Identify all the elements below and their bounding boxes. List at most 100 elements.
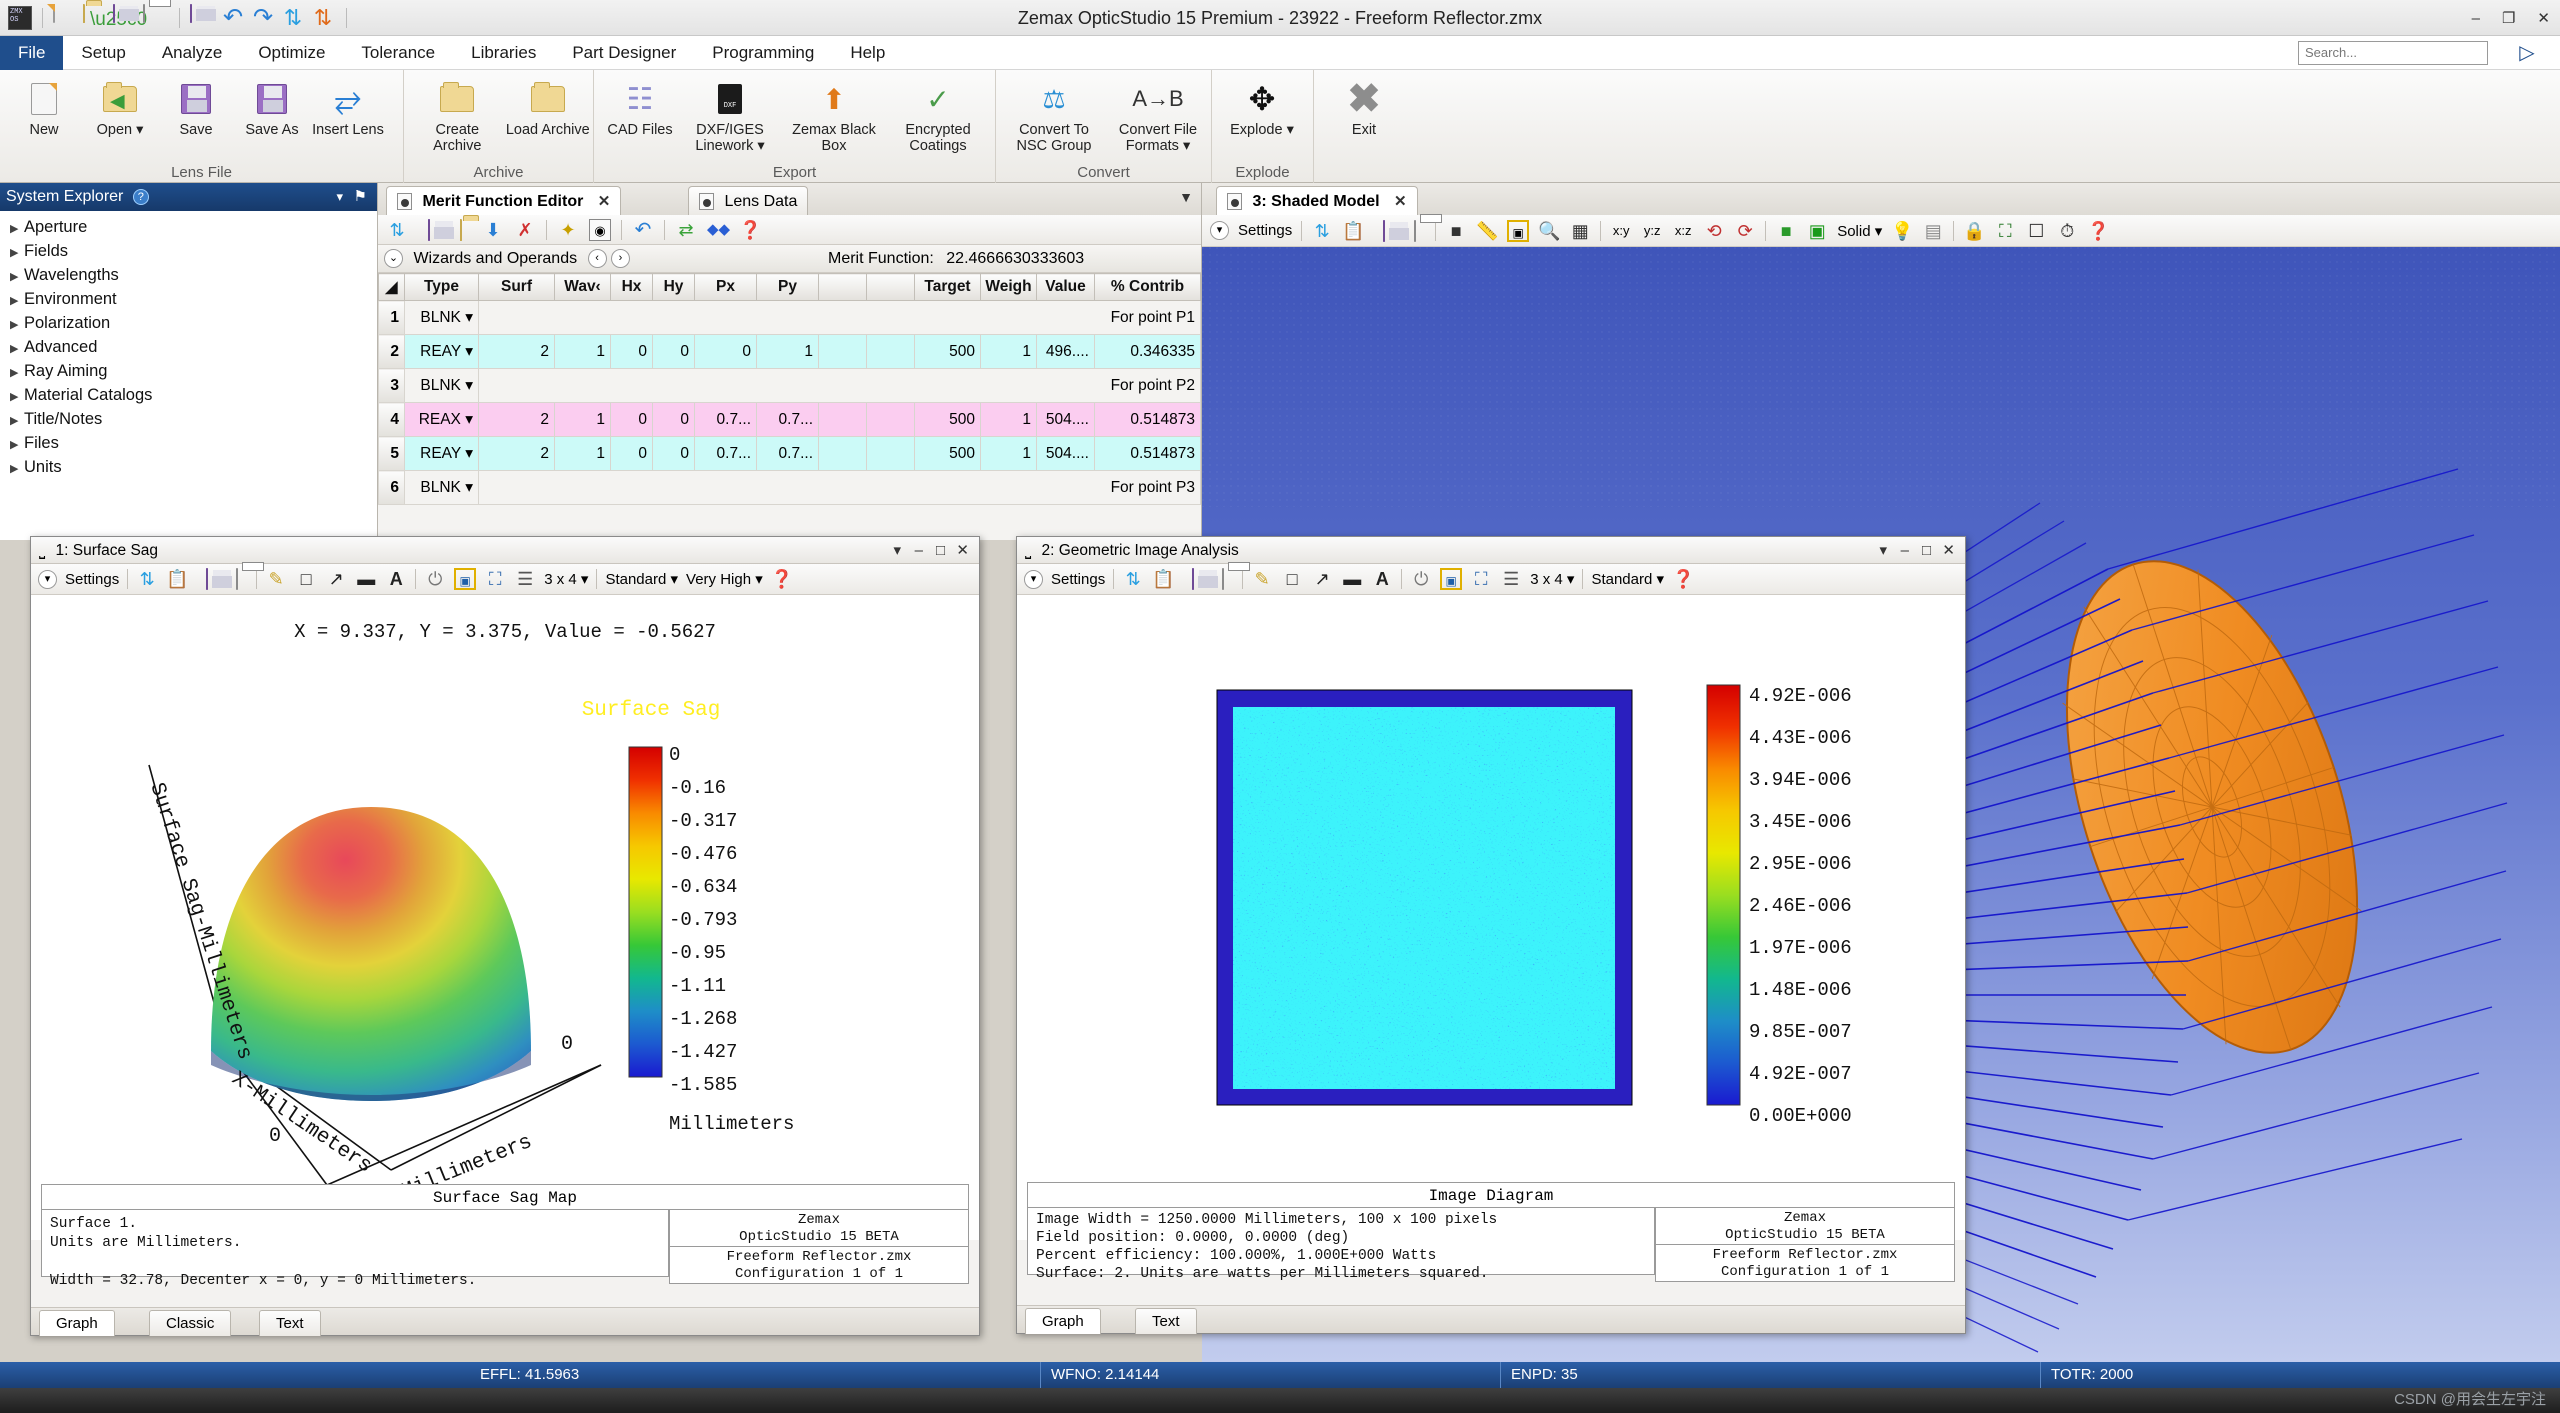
zoom-window-icon[interactable]: ▣ bbox=[1507, 219, 1530, 242]
menu-item-tolerance[interactable]: Tolerance bbox=[343, 36, 453, 70]
tab-text[interactable]: Text bbox=[1135, 1308, 1197, 1334]
ribbon-dxf-iges-button[interactable]: DXF DXF/IGES Linework ▾ bbox=[678, 76, 782, 154]
col-corner[interactable]: ◢ bbox=[378, 273, 405, 301]
close-icon[interactable]: ✕ bbox=[598, 193, 611, 210]
close-button[interactable]: ✕ bbox=[2537, 9, 2550, 27]
save-image-icon[interactable] bbox=[1373, 219, 1395, 242]
settings-expand-icon[interactable]: ▾ bbox=[38, 569, 57, 589]
detach-icon[interactable]: ⛶ bbox=[484, 568, 506, 590]
ribbon-encrypted-coatings-button[interactable]: ✓ Encrypted Coatings bbox=[886, 76, 990, 155]
prev-button[interactable]: ‹ bbox=[587, 249, 607, 269]
dropdown-icon[interactable]: ▾ bbox=[893, 537, 901, 564]
pin-icon[interactable]: ⚑ bbox=[354, 183, 367, 211]
ribbon-load-archive-button[interactable]: Load Archive bbox=[503, 76, 594, 138]
cell-target[interactable]: 500 bbox=[914, 436, 981, 471]
col-contrib[interactable]: % Contrib bbox=[1094, 273, 1201, 301]
tab-merit-function-editor[interactable]: Merit Function Editor ✕ bbox=[386, 186, 622, 215]
search-submit-icon[interactable]: ▷ bbox=[2514, 40, 2540, 66]
solid-model-icon[interactable]: ▣ bbox=[1806, 220, 1828, 242]
tab-graph[interactable]: Graph bbox=[39, 1310, 115, 1336]
xz-axis-icon[interactable]: x:z bbox=[1672, 220, 1694, 242]
menu-item-analyze[interactable]: Analyze bbox=[144, 36, 240, 70]
link-icon[interactable]: ◆◆ bbox=[707, 219, 730, 241]
cell-wave[interactable]: 1 bbox=[554, 402, 611, 437]
cell-hx[interactable]: 0 bbox=[610, 436, 653, 471]
expand-icon[interactable]: ⌄ bbox=[384, 249, 403, 269]
ribbon-explode-button[interactable]: ✥ Explode ▾ bbox=[1224, 76, 1300, 138]
cell-type[interactable]: BLNK ▾ bbox=[404, 368, 479, 403]
cell-weight[interactable]: 1 bbox=[980, 402, 1037, 437]
menu-item-optimize[interactable]: Optimize bbox=[240, 36, 343, 70]
cell-spare1[interactable] bbox=[818, 402, 867, 437]
cell-wave[interactable]: 1 bbox=[554, 436, 611, 471]
clock-icon[interactable]: ⏱ bbox=[2056, 220, 2078, 242]
copy-icon[interactable]: 📋 bbox=[166, 568, 188, 590]
cell-spare2[interactable] bbox=[866, 334, 915, 369]
col-wave[interactable]: Wav‹ bbox=[554, 273, 611, 301]
settings-label[interactable]: Settings bbox=[1051, 571, 1105, 588]
help-icon[interactable]: ❓ bbox=[771, 568, 793, 590]
lock-icon[interactable]: 🔒 bbox=[1963, 220, 1985, 242]
pencil-icon[interactable]: ✎ bbox=[1251, 568, 1273, 590]
help-icon[interactable]: ❓ bbox=[739, 219, 761, 241]
minimize-icon[interactable]: – bbox=[1901, 537, 1909, 564]
sidebar-item-advanced[interactable]: ▶ Advanced bbox=[0, 335, 377, 359]
col-type[interactable]: Type bbox=[404, 273, 479, 301]
next-button[interactable]: › bbox=[611, 249, 630, 269]
dropdown-icon[interactable]: ▾ bbox=[1879, 537, 1887, 564]
cell-weight[interactable]: 1 bbox=[980, 334, 1037, 369]
chevron-down-icon[interactable]: ▾ bbox=[465, 343, 473, 360]
col-target[interactable]: Target bbox=[914, 273, 981, 301]
undo-arrow-icon[interactable]: ↶ bbox=[632, 219, 654, 241]
cell-px[interactable]: 0.7... bbox=[694, 402, 757, 437]
tabstrip-collapse-icon[interactable]: ▼ bbox=[1179, 189, 1193, 205]
rotate-right-icon[interactable]: ⟳ bbox=[1734, 220, 1756, 242]
surface-icon[interactable]: ▤ bbox=[1922, 220, 1944, 242]
settings-expand-icon[interactable]: ▾ bbox=[1210, 221, 1229, 240]
col-weight[interactable]: Weigh bbox=[980, 273, 1037, 301]
cell-surf[interactable]: 2 bbox=[478, 402, 555, 437]
cell-px[interactable]: 0.7... bbox=[694, 436, 757, 471]
xy-axis-icon[interactable]: x:y bbox=[1610, 220, 1632, 242]
cell-hx[interactable]: 0 bbox=[610, 334, 653, 369]
yz-axis-icon[interactable]: y:z bbox=[1641, 220, 1663, 242]
col-hx[interactable]: Hx bbox=[610, 273, 653, 301]
style-dropdown[interactable]: Standard ▾ bbox=[1591, 570, 1664, 588]
light-icon[interactable]: 💡 bbox=[1891, 220, 1913, 242]
sidebar-item-wavelengths[interactable]: ▶ Wavelengths bbox=[0, 263, 377, 287]
cell-target[interactable]: 500 bbox=[914, 402, 981, 437]
chevron-down-icon[interactable]: ▾ bbox=[465, 411, 473, 428]
sidebar-item-material-catalogs[interactable]: ▶ Material Catalogs bbox=[0, 383, 377, 407]
image-analysis-plot-area[interactable]: 4.92E-006 4.43E-006 3.94E-006 3.45E-006 … bbox=[1017, 595, 1965, 1240]
lamp-icon[interactable]: ⏻ bbox=[424, 568, 446, 590]
chevron-down-icon[interactable]: ▾ bbox=[465, 309, 473, 326]
cell-type[interactable]: REAX ▾ bbox=[404, 402, 479, 437]
settings-expand-icon[interactable]: ▾ bbox=[1024, 569, 1043, 589]
layers-icon[interactable]: ☰ bbox=[514, 568, 536, 590]
search-input[interactable]: Search... bbox=[2298, 41, 2488, 65]
arrow-icon[interactable]: ↗ bbox=[325, 568, 347, 590]
table-row[interactable]: 4 REAX ▾ 2 1 0 0 0.7... 0.7... 500 1 504… bbox=[378, 402, 1201, 437]
cell-type[interactable]: REAY ▾ bbox=[404, 334, 479, 369]
settings-label[interactable]: Settings bbox=[1238, 222, 1292, 239]
refresh-icon[interactable]: ⇅ bbox=[1122, 568, 1144, 590]
style-dropdown[interactable]: Standard ▾ bbox=[605, 570, 678, 588]
render-mode-dropdown[interactable]: Solid ▾ bbox=[1837, 222, 1882, 240]
cell-hy[interactable]: 0 bbox=[652, 436, 695, 471]
arrow-icon[interactable]: ↗ bbox=[1311, 568, 1333, 590]
save-image-icon[interactable] bbox=[1182, 568, 1204, 590]
chevron-down-icon[interactable]: ▾ bbox=[465, 445, 473, 462]
col-value[interactable]: Value bbox=[1036, 273, 1095, 301]
cell-hy[interactable]: 0 bbox=[652, 402, 695, 437]
col-spare2[interactable] bbox=[866, 273, 915, 301]
col-py[interactable]: Py bbox=[756, 273, 819, 301]
close-icon[interactable]: ✕ bbox=[1394, 193, 1407, 210]
help-icon[interactable]: ❓ bbox=[2087, 220, 2109, 242]
detach-icon[interactable]: ☐ bbox=[2025, 220, 2047, 242]
table-row[interactable]: 6 BLNK ▾ For point P3 bbox=[378, 470, 1201, 505]
cell-comment[interactable]: For point P3 bbox=[478, 470, 1201, 505]
detach-icon[interactable]: ⛶ bbox=[1470, 568, 1492, 590]
help-icon[interactable]: ❓ bbox=[1672, 568, 1694, 590]
cell-comment[interactable]: For point P2 bbox=[478, 368, 1201, 403]
cell-hy[interactable]: 0 bbox=[652, 334, 695, 369]
